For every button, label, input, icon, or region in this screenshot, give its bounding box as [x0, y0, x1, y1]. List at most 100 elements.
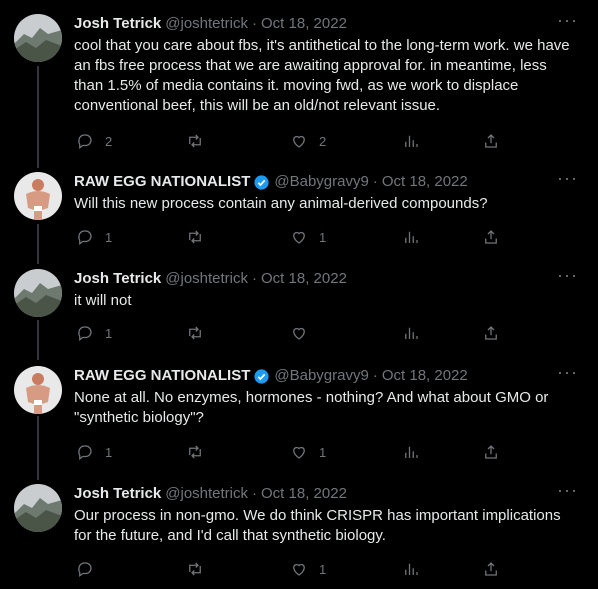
display-name[interactable]: Josh Tetrick — [74, 484, 161, 504]
thread-line — [37, 416, 39, 480]
like-count: 2 — [319, 133, 327, 149]
like-count: 1 — [319, 229, 327, 245]
tweet-date[interactable]: Oct 18, 2022 — [261, 484, 347, 504]
reply-icon — [78, 230, 92, 246]
like-count: 1 — [319, 561, 327, 577]
thread-line — [37, 224, 39, 264]
mountain-avatar-image — [14, 484, 62, 532]
tweet-date[interactable]: Oct 18, 2022 — [261, 14, 347, 34]
mountain-avatar-image — [14, 269, 62, 317]
retweet-icon — [189, 134, 201, 148]
like-icon — [293, 446, 305, 459]
user-handle[interactable]: @joshtetrick — [165, 269, 248, 289]
tweet-actions: 1 — [74, 324, 584, 344]
separator: · — [252, 485, 258, 502]
share-icon — [485, 134, 497, 148]
more-icon[interactable]: ··· — [557, 169, 578, 187]
views-button[interactable] — [402, 324, 420, 342]
like-icon — [293, 135, 305, 148]
tweet-date[interactable]: Oct 18, 2022 — [261, 269, 347, 289]
thread-line — [37, 320, 39, 360]
share-icon — [485, 230, 497, 244]
mountain-avatar-image — [14, 14, 62, 62]
user-handle[interactable]: @joshtetrick — [165, 484, 248, 504]
share-icon — [485, 445, 497, 459]
muscular-man-avatar-image — [14, 366, 62, 414]
display-name[interactable]: Josh Tetrick — [74, 14, 161, 34]
separator: · — [372, 367, 378, 384]
retweet-button[interactable] — [186, 228, 215, 246]
like-button[interactable]: 1 — [290, 228, 326, 246]
separator: · — [372, 173, 378, 190]
tweet-text: Our process in non-gmo. We do think CRIS… — [74, 507, 561, 544]
avatar[interactable] — [14, 366, 62, 414]
avatar[interactable] — [14, 269, 62, 317]
reply-icon — [78, 562, 92, 578]
reply-icon — [78, 134, 92, 150]
share-button[interactable] — [482, 228, 500, 246]
more-icon[interactable]: ··· — [557, 363, 578, 381]
display-name[interactable]: RAW EGG NATIONALIST — [74, 366, 250, 386]
views-button[interactable] — [402, 560, 420, 578]
reply-button[interactable]: 1 — [76, 228, 112, 246]
tweet-actions: 2 2 — [74, 132, 584, 152]
like-icon — [293, 563, 305, 576]
more-icon[interactable]: ··· — [557, 481, 578, 499]
reply-button[interactable]: 1 — [76, 324, 112, 342]
share-button[interactable] — [482, 560, 500, 578]
more-icon[interactable]: ··· — [557, 266, 578, 284]
user-handle[interactable]: @Babygravy9 — [274, 366, 368, 386]
user-handle[interactable]: @joshtetrick — [165, 14, 248, 34]
tweet-text: Will this new process contain any animal… — [74, 195, 488, 212]
reply-icon — [78, 326, 92, 342]
muscular-man-avatar-image — [14, 172, 62, 220]
reply-count: 2 — [105, 133, 113, 149]
views-button[interactable] — [402, 228, 420, 246]
like-button[interactable]: 1 — [290, 560, 326, 578]
display-name[interactable]: Josh Tetrick — [74, 269, 161, 289]
tweet-text: None at all. No enzymes, hormones - noth… — [74, 389, 549, 426]
reply-button[interactable]: 1 — [76, 443, 112, 461]
retweet-icon — [189, 445, 201, 459]
retweet-button[interactable] — [186, 560, 215, 578]
separator: · — [252, 270, 258, 287]
tweet-text: it will not — [74, 292, 132, 309]
like-icon — [293, 231, 305, 244]
retweet-icon — [189, 562, 201, 576]
avatar[interactable] — [14, 484, 62, 532]
like-icon — [293, 327, 305, 340]
share-button[interactable] — [482, 443, 500, 461]
like-button[interactable] — [290, 324, 319, 342]
views-icon — [405, 135, 418, 147]
tweet-text: cool that you care about fbs, it's antit… — [74, 37, 570, 114]
display-name[interactable]: RAW EGG NATIONALIST — [74, 172, 250, 192]
verified-badge-icon — [254, 368, 269, 384]
separator: · — [252, 15, 258, 32]
retweet-button[interactable] — [186, 443, 215, 461]
share-icon — [485, 562, 497, 576]
avatar[interactable] — [14, 14, 62, 62]
tweet-actions: 1 1 — [74, 443, 584, 463]
reply-icon — [78, 445, 92, 461]
reply-button[interactable]: 2 — [76, 132, 112, 150]
views-icon — [405, 446, 418, 458]
user-handle[interactable]: @Babygravy9 — [274, 172, 368, 192]
views-button[interactable] — [402, 132, 420, 150]
reply-button[interactable] — [76, 560, 105, 578]
more-icon[interactable]: ··· — [557, 11, 578, 29]
share-button[interactable] — [482, 132, 500, 150]
reply-count: 1 — [105, 444, 113, 460]
views-button[interactable] — [402, 443, 420, 461]
tweet-actions: 1 — [74, 560, 584, 580]
like-button[interactable]: 2 — [290, 132, 326, 150]
tweet-date[interactable]: Oct 18, 2022 — [382, 366, 468, 386]
share-button[interactable] — [482, 324, 500, 342]
retweet-button[interactable] — [186, 132, 215, 150]
retweet-icon — [189, 230, 201, 244]
tweet-date[interactable]: Oct 18, 2022 — [382, 172, 468, 192]
avatar[interactable] — [14, 172, 62, 220]
like-count: 1 — [319, 444, 327, 460]
retweet-button[interactable] — [186, 324, 215, 342]
like-button[interactable]: 1 — [290, 443, 326, 461]
reply-count: 1 — [105, 325, 113, 341]
